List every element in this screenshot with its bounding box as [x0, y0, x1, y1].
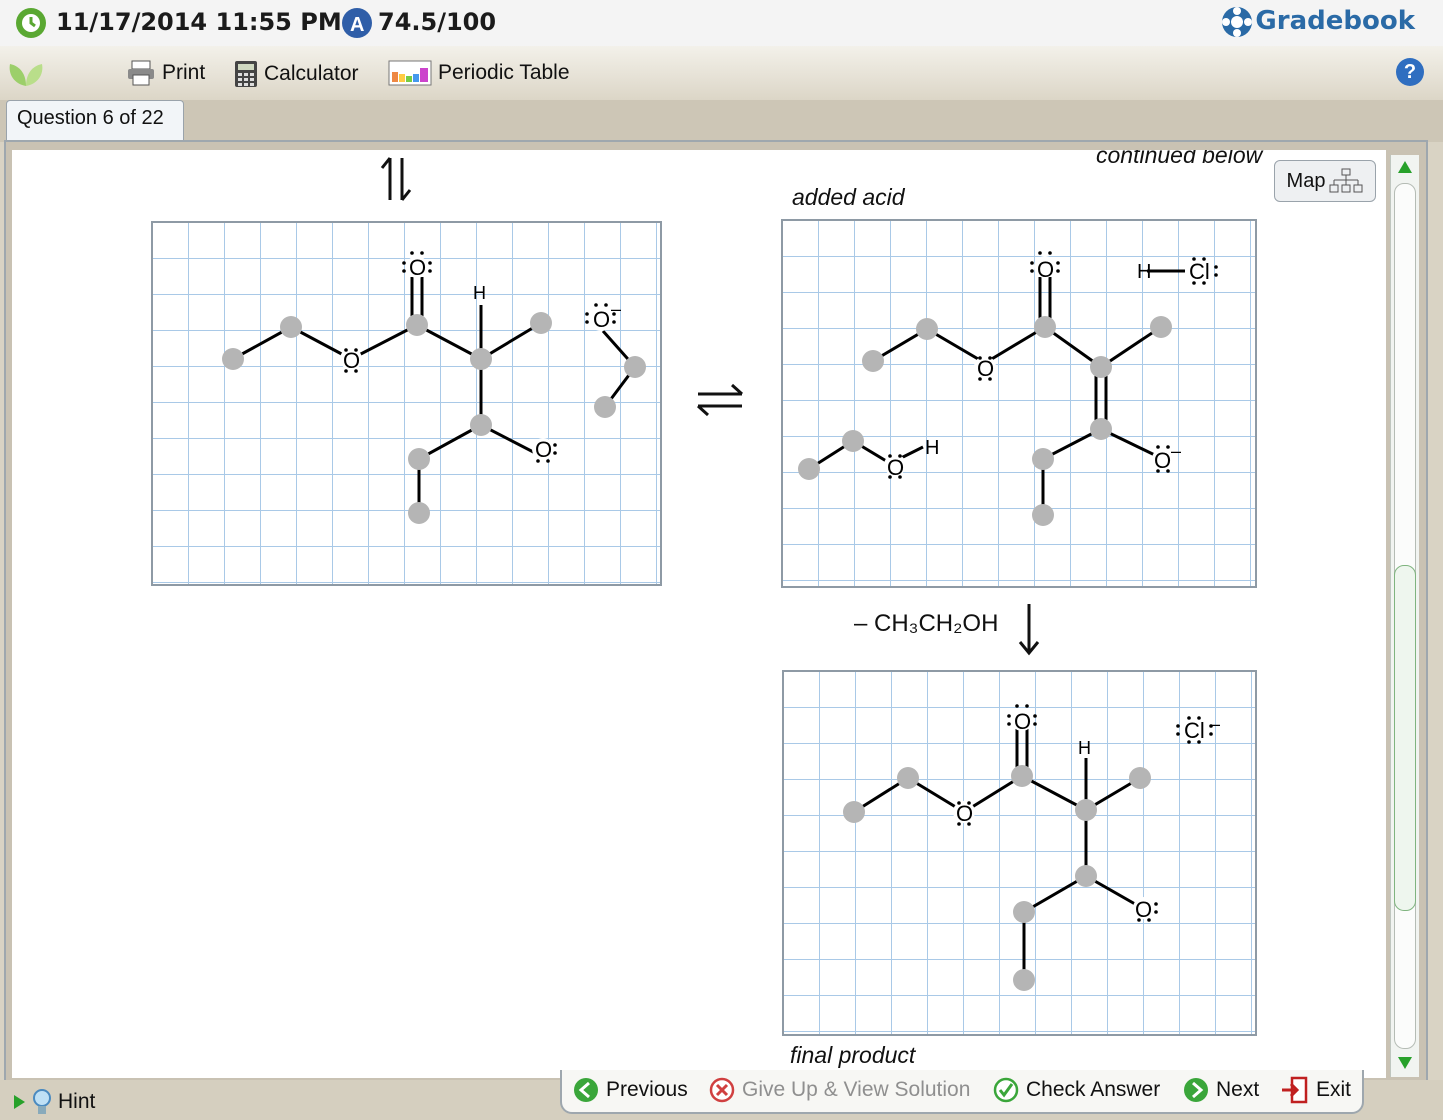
ethanol-hydrogen: H — [925, 437, 939, 459]
ether-oxygen-final: O — [956, 801, 973, 826]
molecule-canvas-final[interactable]: O O O H Cl – — [782, 670, 1257, 1036]
reaction-down-arrow — [1018, 604, 1040, 656]
printer-icon — [128, 60, 154, 86]
ethoxide-charge: – — [611, 299, 621, 319]
carbonyl-oxygen-final: O — [1014, 709, 1031, 734]
give-up-button[interactable]: Give Up & View Solution — [708, 1076, 970, 1104]
vertical-equilibrium-arrow — [380, 157, 412, 201]
periodic-table-button[interactable]: Periodic Table — [388, 60, 570, 86]
lightbulb-icon — [33, 1089, 51, 1114]
enolate-oxygen-2: O — [1154, 448, 1171, 473]
periodic-table-label: Periodic Table — [438, 61, 570, 84]
check-icon — [993, 1077, 1019, 1103]
ether-oxygen-2: O — [977, 356, 994, 381]
hcl-hydrogen: H — [1137, 261, 1151, 283]
hcl-chlorine: Cl — [1189, 259, 1210, 284]
scroll-up-icon[interactable] — [1397, 159, 1413, 175]
scroll-thumb[interactable] — [1394, 565, 1416, 911]
previous-button[interactable]: Previous — [572, 1076, 688, 1104]
calculator-label: Calculator — [264, 62, 359, 85]
gradebook-link[interactable]: Gradebook — [1255, 6, 1415, 36]
intermediate-structure: O O O O H – — [222, 251, 646, 524]
scroll-down-icon[interactable] — [1397, 1055, 1413, 1071]
exit-button[interactable]: Exit — [1280, 1076, 1351, 1104]
added-acid-label: added acid — [792, 184, 905, 210]
horizontal-equilibrium-arrow — [696, 383, 744, 417]
alpha-hydrogen-1: H — [473, 283, 486, 303]
give-up-label: Give Up & View Solution — [742, 1078, 971, 1101]
hint-label: Hint — [58, 1090, 96, 1113]
enolate-charge: – — [1171, 441, 1181, 461]
alpha-hydrogen-final: H — [1078, 738, 1091, 758]
sitemap-icon — [1329, 168, 1363, 193]
ketone-oxygen-final: O — [1135, 897, 1152, 922]
carbonyl-oxygen-2: O — [1037, 257, 1054, 282]
print-button[interactable]: Print — [126, 60, 205, 86]
cancel-icon — [709, 1077, 735, 1103]
elimination-label: – CH₃CH₂OH — [854, 610, 999, 637]
vertical-scrollbar[interactable] — [1390, 155, 1419, 1077]
date-time: 11/17/2014 11:55 PM — [56, 8, 342, 36]
toolbar: Print Calculator Periodic Table ? — [0, 46, 1443, 101]
help-icon: ? — [1403, 61, 1417, 83]
final-product-label: final product — [790, 1042, 916, 1068]
check-answer-label: Check Answer — [1026, 1078, 1161, 1101]
chloride-ion: Cl — [1184, 718, 1205, 743]
hint-button[interactable]: Hint — [12, 1088, 95, 1116]
carbonyl-oxygen-1: O — [409, 255, 426, 280]
tab-question[interactable]: Question 6 of 22 — [6, 100, 184, 145]
ether-oxygen-1: O — [343, 348, 360, 373]
previous-label: Previous — [606, 1078, 688, 1101]
arrow-left-icon — [574, 1078, 598, 1102]
clock-icon — [16, 8, 46, 38]
map-label: Map — [1286, 169, 1326, 192]
score-icon: A — [342, 8, 372, 38]
exit-door-icon — [1282, 1076, 1308, 1104]
molecule-canvas-1[interactable]: O O O O H – — [151, 221, 662, 586]
continued-below-text: continued below — [1096, 150, 1263, 168]
svg-text:A: A — [350, 14, 364, 36]
leaf-logo-icon — [9, 64, 43, 86]
final-product-structure: O O O H Cl – — [843, 704, 1220, 991]
calculator-icon — [235, 61, 257, 87]
periodic-table-icon — [388, 60, 432, 86]
tab-question-label: Question 6 of 22 — [17, 107, 164, 129]
chloride-charge: – — [1210, 714, 1220, 734]
next-label: Next — [1216, 1078, 1260, 1101]
ethoxide-oxygen: O — [593, 307, 610, 332]
exit-label: Exit — [1316, 1078, 1352, 1101]
calculator-button[interactable]: Calculator — [234, 60, 359, 88]
check-answer-button[interactable]: Check Answer — [992, 1076, 1160, 1104]
enol-oxygen-1: O — [535, 437, 552, 462]
question-content: continued below Map added acid O O O O H… — [12, 150, 1386, 1078]
arrow-right-icon — [1184, 1078, 1208, 1102]
help-button[interactable]: ? — [1396, 58, 1424, 86]
print-label: Print — [162, 61, 206, 84]
tab-row — [0, 100, 1443, 142]
next-button[interactable]: Next — [1182, 1076, 1259, 1104]
added-acid-structure: O O O O H H Cl – — [798, 251, 1218, 526]
molecule-canvas-2[interactable]: O O O O H H Cl – — [781, 219, 1257, 588]
top-bar: 11/17/2014 11:55 PM A 74.5/100 Gradebook — [0, 0, 1443, 46]
gradebook-icon[interactable] — [1220, 5, 1254, 39]
expand-triangle-icon — [14, 1095, 25, 1109]
map-button[interactable]: Map — [1274, 160, 1376, 202]
score-value: 74.5/100 — [378, 8, 497, 36]
